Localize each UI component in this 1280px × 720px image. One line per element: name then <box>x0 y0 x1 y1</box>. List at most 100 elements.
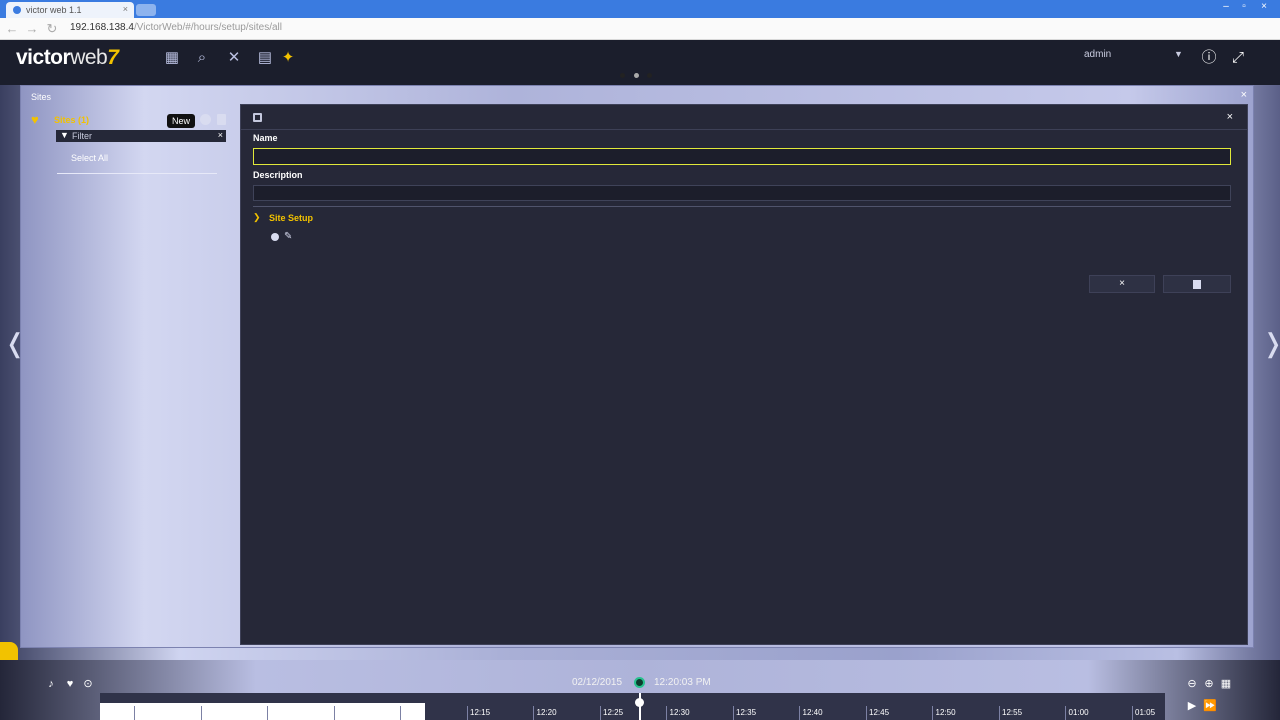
play-icon[interactable]: ▶ <box>1186 700 1198 712</box>
timeline-label: 01:00 <box>1068 708 1089 717</box>
page-dot[interactable] <box>647 73 652 78</box>
play-circle-icon[interactable]: ⊙ <box>82 678 94 690</box>
timeline-tick <box>799 706 800 720</box>
timeline-date[interactable]: 02/12/2015 <box>572 677 622 688</box>
filter-placeholder: Filter <box>72 131 92 141</box>
description-label: Description <box>253 170 303 180</box>
timeline-label: 12:25 <box>603 708 624 717</box>
section-divider <box>253 206 1231 207</box>
timeline-label: 12:20 <box>536 708 557 717</box>
url-path: /VictorWeb/#/hours/setup/sites/all <box>133 22 282 33</box>
tab-title: victor web 1.1 <box>26 5 82 15</box>
timeline-label: 12:40 <box>802 708 823 717</box>
timeline-tick <box>666 706 667 720</box>
circle-icon[interactable] <box>271 233 279 241</box>
save-button[interactable] <box>1163 275 1231 293</box>
reload-icon[interactable]: ↻ <box>44 21 60 37</box>
favicon-icon <box>13 6 21 14</box>
page-dot[interactable] <box>634 73 639 78</box>
timeline-tick <box>134 706 135 720</box>
zoom-out-icon[interactable]: ⊖ <box>1186 678 1198 690</box>
info-icon[interactable]: ⓘ <box>1199 48 1219 68</box>
search-icon[interactable]: ⌕ <box>192 48 212 68</box>
timeline-label: 12:15 <box>470 708 491 717</box>
browser-tabstrip: victor web 1.1 × – ▫ × <box>0 0 1280 18</box>
timeline-tick <box>333 706 335 720</box>
timeline-tick <box>599 706 601 720</box>
page-dot[interactable] <box>620 73 625 78</box>
shield-icon[interactable]: ♥ <box>64 678 76 690</box>
clear-filter-icon[interactable]: × <box>218 130 223 140</box>
browser-tab[interactable]: victor web 1.1 × <box>6 2 134 18</box>
url-host: 192.168.138.4 <box>70 22 134 33</box>
new-tooltip: New <box>167 114 195 128</box>
forward-icon[interactable]: → <box>24 21 40 37</box>
timeline-tick <box>533 706 534 720</box>
delete-icon[interactable] <box>217 114 226 125</box>
timeline-label: 12:45 <box>869 708 890 717</box>
grid-icon[interactable]: ▦ <box>162 48 182 68</box>
back-icon[interactable]: ← <box>4 21 20 37</box>
bolt-icon[interactable]: ✦ <box>278 48 298 68</box>
list-divider <box>57 173 217 174</box>
url-field[interactable]: 192.168.138.4/VictorWeb/#/hours/setup/si… <box>70 22 282 33</box>
clock-icon[interactable] <box>634 677 645 688</box>
site-icon: ♥ <box>31 112 39 127</box>
site-setup-section[interactable]: Site Setup <box>269 213 313 223</box>
next-arrow-icon[interactable]: ❭ <box>1262 328 1280 359</box>
zoom-in-icon[interactable]: ⊕ <box>1203 678 1215 690</box>
timeline-tick <box>932 706 933 720</box>
pencil-icon[interactable]: ✎ <box>284 231 292 242</box>
timeline-tick <box>267 706 268 720</box>
calendar-icon[interactable]: ▦ <box>1220 678 1232 690</box>
timeline-label: 12:35 <box>736 708 757 717</box>
logo-mark: 7 <box>107 46 119 69</box>
previous-arrow-icon[interactable]: ❬ <box>4 328 26 359</box>
logo-main: victor <box>16 46 71 69</box>
user-name[interactable]: admin <box>1084 49 1111 60</box>
timeline-label: 12:50 <box>935 708 956 717</box>
user-dropdown-icon[interactable]: ▼ <box>1174 49 1183 59</box>
tools-icon[interactable]: ✕ <box>224 48 244 68</box>
timeline-tick <box>1065 706 1066 720</box>
timeline-track[interactable]: 12:15 12:20 12:25 12:30 12:35 12:40 12:45 12:50… <box>100 693 1165 720</box>
bell-icon[interactable]: ♪ <box>45 678 57 690</box>
timeline-tick <box>1131 706 1133 720</box>
maximize-icon[interactable]: ▫ <box>1236 1 1252 15</box>
editor-divider <box>241 129 1247 130</box>
filter-input[interactable]: ▼ Filter × <box>56 130 226 142</box>
timeline-label: 12:55 <box>1002 708 1023 717</box>
timeline-tick <box>865 706 867 720</box>
description-field[interactable] <box>253 185 1231 201</box>
panel-title: Sites <box>31 92 52 102</box>
floppy-icon <box>253 113 262 122</box>
site-editor: × Name Description ❯ Site Setup ✎ × <box>240 104 1248 645</box>
reports-icon[interactable]: ▤ <box>255 48 275 68</box>
select-all-link[interactable]: Select All <box>71 153 108 163</box>
app-header: victorweb7 ▦ ⌕ ✕ ▤ ✦ admin ▼ ⓘ ⤢ <box>0 40 1280 85</box>
editor-close-icon[interactable]: × <box>1227 111 1233 123</box>
victorweb-logo: victorweb7 <box>16 46 119 70</box>
timeline-tick <box>200 706 202 720</box>
add-icon[interactable] <box>200 114 211 125</box>
timeline-scrub-area[interactable] <box>100 703 425 720</box>
minimize-icon[interactable]: – <box>1218 1 1234 15</box>
timeline-time[interactable]: 12:20:03 PM <box>654 677 711 688</box>
tab-close-icon[interactable]: × <box>123 4 128 14</box>
save-icon <box>1193 280 1201 289</box>
window-close-icon[interactable]: × <box>1256 1 1272 15</box>
name-label: Name <box>253 133 278 143</box>
fast-forward-icon[interactable]: ⏩ <box>1203 700 1217 712</box>
logo-web: web <box>70 46 108 69</box>
chevron-down-icon[interactable]: ❯ <box>253 212 261 223</box>
name-field[interactable] <box>253 148 1231 165</box>
sites-count-label[interactable]: Sites (1) <box>54 115 89 125</box>
timeline-bar: ♪ ♥ ⊙ 02/12/2015 12:20:03 PM ⊖ ⊕ ▦ ▶ ⏩ 1… <box>0 660 1280 720</box>
timeline-tick <box>466 706 468 720</box>
cancel-button[interactable]: × <box>1089 275 1155 293</box>
panel-close-icon[interactable]: × <box>1241 89 1247 101</box>
fullscreen-icon[interactable]: ⤢ <box>1228 48 1248 68</box>
new-tab-button[interactable] <box>136 4 156 16</box>
playhead-handle[interactable] <box>635 698 644 707</box>
address-bar: ← → ↻ 192.168.138.4/VictorWeb/#/hours/se… <box>0 18 1280 40</box>
